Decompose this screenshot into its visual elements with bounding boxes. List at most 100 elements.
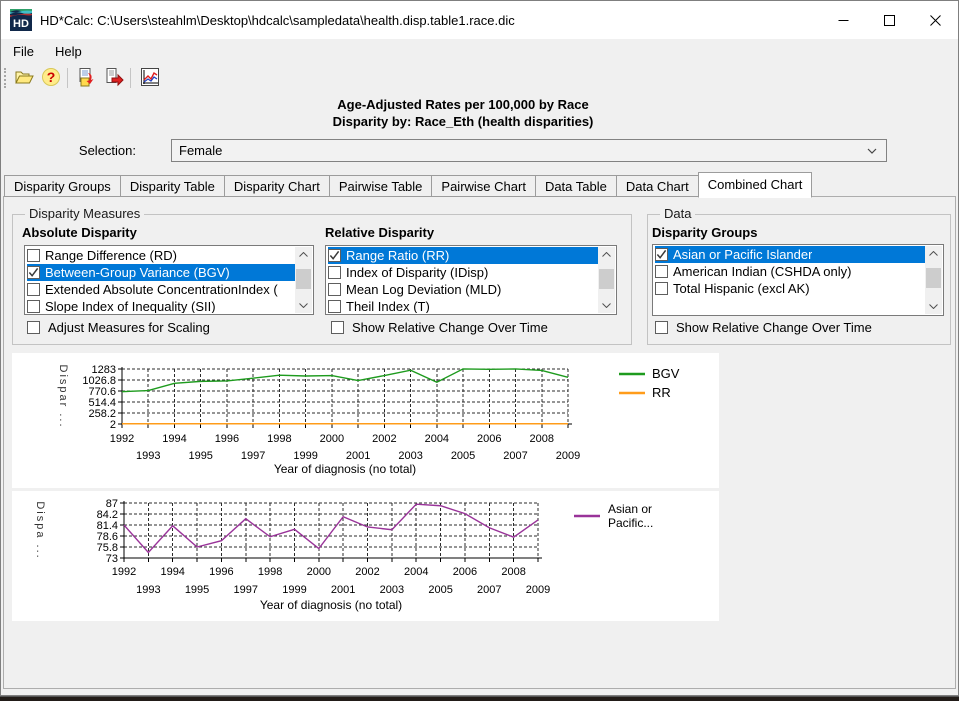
scroll-thumb[interactable]: [926, 268, 941, 288]
checkbox[interactable]: [655, 282, 668, 295]
scrollbar[interactable]: [925, 246, 942, 314]
chart-icon: [140, 67, 160, 90]
list-item[interactable]: Asian or Pacific Islander: [653, 246, 925, 263]
tab-pairwise-table[interactable]: Pairwise Table: [329, 175, 433, 197]
minimize-button[interactable]: [820, 1, 866, 39]
scroll-thumb[interactable]: [296, 269, 311, 289]
list-item[interactable]: Slope Index of Inequality (SII): [25, 298, 295, 313]
open-folder-button[interactable]: [12, 66, 36, 90]
list-item[interactable]: Between-Group Variance (BGV): [25, 264, 295, 281]
svg-text:1997: 1997: [234, 584, 258, 596]
checkbox[interactable]: [328, 266, 341, 279]
scroll-thumb[interactable]: [599, 269, 614, 289]
export-file-button[interactable]: [102, 66, 126, 90]
list-item-label: Total Hispanic (excl AK): [673, 281, 810, 296]
help-icon: ?: [41, 67, 61, 90]
svg-text:1996: 1996: [209, 566, 233, 578]
maximize-button[interactable]: [866, 1, 912, 39]
report-header: Age-Adjusted Rates per 100,000 by Race D…: [1, 97, 925, 129]
window-title: HD*Calc: C:\Users\steahlm\Desktop\hdcalc…: [40, 13, 515, 28]
report-title: Age-Adjusted Rates per 100,000 by Race: [1, 97, 925, 112]
list-rows: Asian or Pacific IslanderAmerican Indian…: [653, 246, 925, 314]
help-button[interactable]: ?: [39, 66, 63, 90]
list-item-label: Range Difference (RD): [45, 248, 177, 263]
toolbar: ?: [1, 63, 958, 93]
svg-text:2002: 2002: [355, 566, 379, 578]
svg-text:1994: 1994: [162, 433, 186, 445]
adjust-scaling-label: Adjust Measures for Scaling: [48, 320, 210, 335]
app-icon-waves: [10, 9, 32, 18]
svg-text:Year of diagnosis (no total): Year of diagnosis (no total): [274, 462, 416, 476]
close-button[interactable]: [912, 1, 958, 39]
disparity-groups-title: Disparity Groups: [652, 225, 757, 240]
list-item[interactable]: Total Hispanic (excl AK): [653, 280, 925, 297]
chevron-up-icon: [602, 252, 611, 257]
list-item-label: American Indian (CSHDA only): [673, 264, 851, 279]
list-item[interactable]: Range Difference (RD): [25, 247, 295, 264]
checkbox[interactable]: [655, 248, 668, 261]
adjust-scaling-checkbox[interactable]: [27, 321, 40, 334]
checkbox[interactable]: [27, 249, 40, 262]
series-asian-or-pacific-: [124, 504, 538, 552]
scrollbar[interactable]: [598, 247, 615, 313]
disparity-groups-chart: 7375.878.681.484.28719921993199419951996…: [12, 491, 719, 621]
list-item-label: Index of Disparity (IDisp): [346, 265, 488, 280]
scroll-up-button[interactable]: [295, 247, 312, 262]
menu-item-file[interactable]: File: [4, 41, 43, 62]
svg-text:258.2: 258.2: [88, 408, 116, 420]
scroll-down-button[interactable]: [295, 298, 312, 313]
checkbox[interactable]: [27, 266, 40, 279]
list-item[interactable]: Index of Disparity (IDisp): [326, 264, 598, 281]
chart-button[interactable]: [138, 66, 162, 90]
list-item[interactable]: American Indian (CSHDA only): [653, 263, 925, 280]
desktop-strip: [0, 696, 959, 701]
tab-disparity-groups[interactable]: Disparity Groups: [4, 175, 121, 197]
scroll-up-button[interactable]: [598, 247, 615, 262]
open-folder-icon: [14, 67, 34, 90]
list-item[interactable]: Range Ratio (RR): [326, 247, 598, 264]
show-relative-change-checkbox-row-2: Show Relative Change Over Time: [655, 320, 872, 335]
scroll-down-button[interactable]: [925, 299, 942, 314]
svg-text:2003: 2003: [398, 450, 422, 462]
svg-text:2004: 2004: [404, 566, 428, 578]
window-controls: [820, 1, 958, 39]
list-item[interactable]: Extended Absolute ConcentrationIndex (: [25, 281, 295, 298]
svg-text:2008: 2008: [501, 566, 525, 578]
tab-data-table[interactable]: Data Table: [535, 175, 617, 197]
list-item[interactable]: Theil Index (T): [326, 298, 598, 313]
checkbox[interactable]: [27, 283, 40, 296]
svg-text:Asian or: Asian or: [608, 502, 652, 516]
checkbox[interactable]: [27, 300, 40, 313]
svg-text:2004: 2004: [425, 433, 449, 445]
list-rows: Range Ratio (RR)Index of Disparity (IDis…: [326, 247, 598, 313]
tab-data-chart[interactable]: Data Chart: [616, 175, 699, 197]
scrollbar[interactable]: [295, 247, 312, 313]
tab-disparity-chart[interactable]: Disparity Chart: [224, 175, 330, 197]
relative-disparity-list[interactable]: Range Ratio (RR)Index of Disparity (IDis…: [325, 245, 617, 315]
menubar: File Help: [1, 39, 958, 63]
tab-combined-chart[interactable]: Combined Chart: [698, 172, 813, 198]
absolute-disparity-list[interactable]: Range Difference (RD)Between-Group Varia…: [24, 245, 314, 315]
groupbox-label: Data: [660, 206, 695, 221]
close-icon: [930, 15, 941, 26]
toolbar-gripper[interactable]: [4, 68, 9, 88]
menu-item-help[interactable]: Help: [46, 41, 91, 62]
export-save-button[interactable]: [75, 66, 99, 90]
tab-pairwise-chart[interactable]: Pairwise Chart: [431, 175, 536, 197]
selection-dropdown[interactable]: Female: [171, 139, 887, 162]
checkbox[interactable]: [655, 265, 668, 278]
disparity-groups-list[interactable]: Asian or Pacific IslanderAmerican Indian…: [652, 244, 944, 316]
tab-disparity-table[interactable]: Disparity Table: [120, 175, 225, 197]
list-item[interactable]: Mean Log Deviation (MLD): [326, 281, 598, 298]
scroll-up-button[interactable]: [925, 246, 942, 261]
chevron-up-icon: [929, 251, 938, 256]
checkbox[interactable]: [328, 249, 341, 262]
selection-value: Female: [179, 143, 867, 158]
checkbox[interactable]: [328, 300, 341, 313]
svg-text:1993: 1993: [136, 584, 160, 596]
checkbox[interactable]: [328, 283, 341, 296]
scroll-down-button[interactable]: [598, 298, 615, 313]
show-relative-change-checkbox[interactable]: [331, 321, 344, 334]
svg-text:78.6: 78.6: [97, 531, 118, 543]
show-relative-change-checkbox-2[interactable]: [655, 321, 668, 334]
